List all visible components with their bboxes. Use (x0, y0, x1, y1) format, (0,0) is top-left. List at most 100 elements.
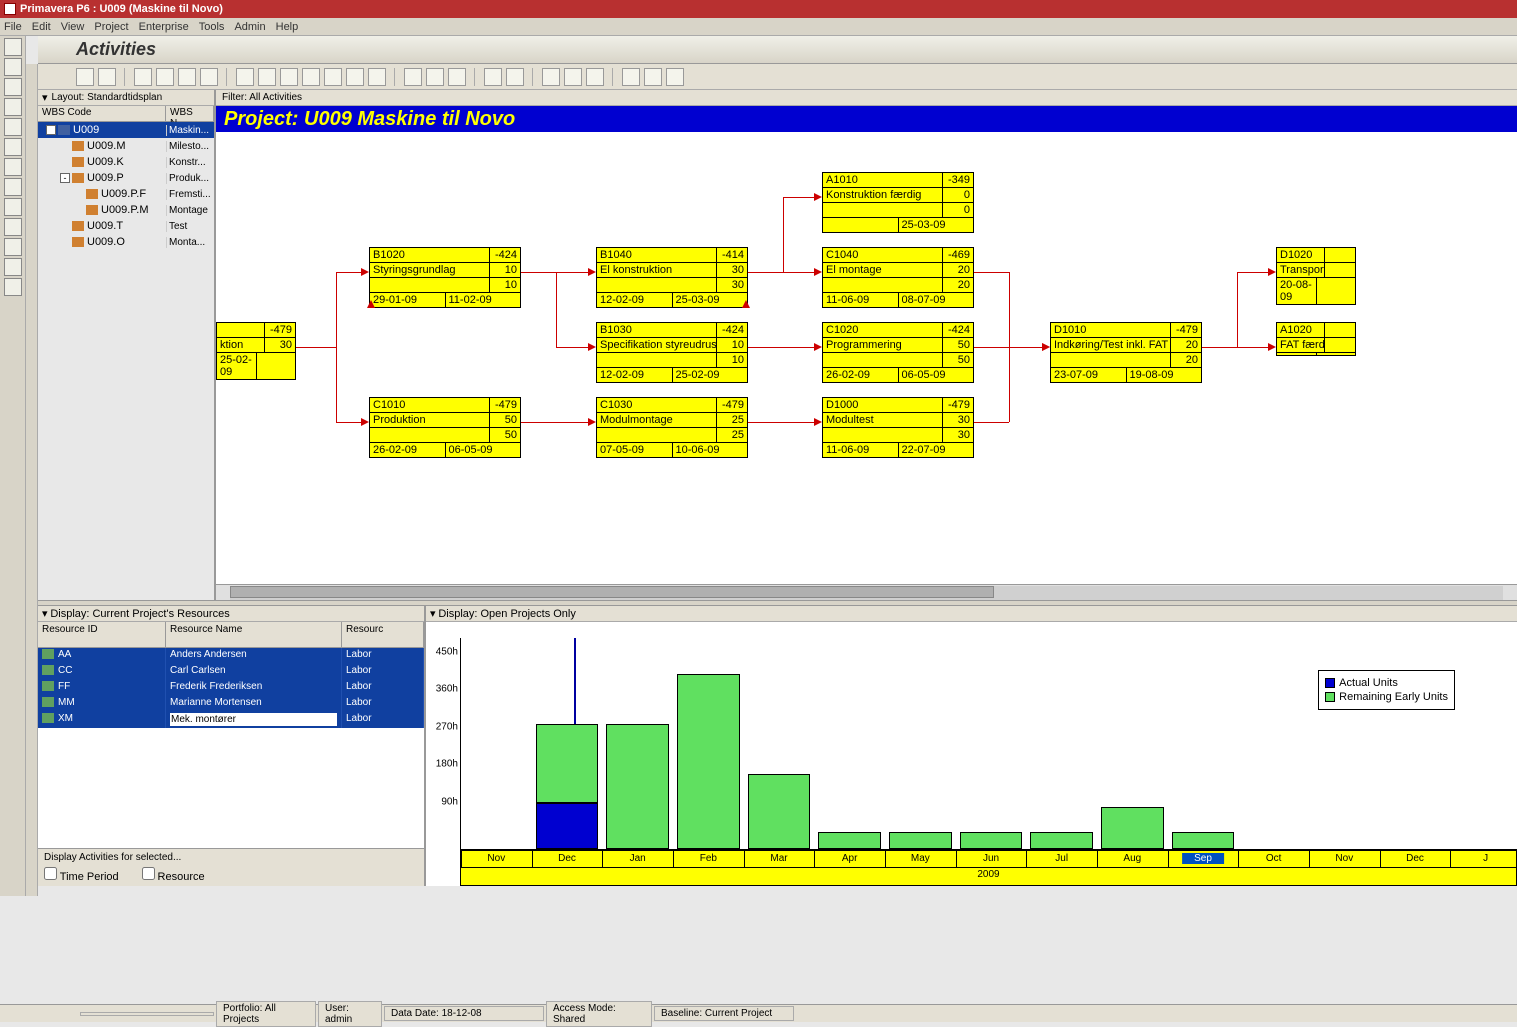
activity-box[interactable]: A1010-349Konstruktion færdig0025-03-09 (822, 172, 974, 233)
wbs-col-name[interactable]: WBS N... (166, 106, 214, 121)
activity-box[interactable]: C1020-424Programmering505026-02-0906-05-… (822, 322, 974, 383)
bar-Aug-remaining-early-units (1101, 807, 1164, 849)
horizontal-scrollbar[interactable] (216, 584, 1517, 600)
zoom-out-icon[interactable] (644, 68, 662, 86)
level-icon[interactable] (564, 68, 582, 86)
view-icon-2[interactable] (258, 68, 276, 86)
nav-icon-4[interactable] (4, 98, 22, 116)
resource-footer: Display Activities for selected... Time … (38, 848, 424, 886)
indent-icon[interactable] (448, 68, 466, 86)
expand-icon[interactable] (404, 68, 422, 86)
view-icon-5[interactable] (324, 68, 342, 86)
menu-file[interactable]: File (4, 21, 22, 33)
res-col-type[interactable]: Resourc (342, 622, 424, 647)
nav-icon-5[interactable] (4, 118, 22, 136)
status-user: User: admin (318, 1001, 382, 1027)
menu-view[interactable]: View (61, 21, 85, 33)
diagram-canvas[interactable]: -479ktion3025-02-09 B1020-424Styringsgrun… (216, 132, 1517, 584)
resource-list[interactable]: AAAnders AndersenLaborCCCarl CarlsenLabo… (38, 648, 424, 848)
menu-edit[interactable]: Edit (32, 21, 51, 33)
view-icon-1[interactable] (236, 68, 254, 86)
nav-icon-11[interactable] (4, 238, 22, 256)
menu-admin[interactable]: Admin (234, 21, 265, 33)
resource-display-header[interactable]: ▾ Display: Current Project's Resources (38, 606, 424, 622)
resource-usage-chart[interactable]: Actual UnitsRemaining Early Units90h180h… (426, 622, 1517, 886)
menu-help[interactable]: Help (276, 21, 299, 33)
print-icon[interactable] (76, 68, 94, 86)
wbs-layout-header[interactable]: ▾ Layout: Standardtidsplan (38, 90, 214, 106)
zoom-fit-icon[interactable] (666, 68, 684, 86)
res-col-id[interactable]: Resource ID (38, 622, 166, 647)
wbs-row[interactable]: U009.P.MMontage (38, 202, 214, 218)
activity-box[interactable]: B1020-424Styringsgrundlag101029-01-0911-… (369, 247, 521, 308)
view-icon-6[interactable] (346, 68, 364, 86)
time-period-checkbox[interactable]: Time Period (44, 872, 119, 883)
resource-row[interactable]: FFFrederik FrederiksenLabor (38, 680, 424, 696)
wbs-row[interactable]: U009.KKonstr... (38, 154, 214, 170)
activity-box[interactable]: C1030-479Modulmontage252507-05-0910-06-0… (596, 397, 748, 458)
layout-icon-1[interactable] (134, 68, 152, 86)
nav-icon-7[interactable] (4, 158, 22, 176)
nav-icon-1[interactable] (4, 38, 22, 56)
wbs-tree[interactable]: -U009Maskin...U009.MMilesto...U009.KKons… (38, 122, 214, 250)
wbs-col-code[interactable]: WBS Code (38, 106, 166, 121)
wbs-row[interactable]: -U009Maskin... (38, 122, 214, 138)
bar-Feb-remaining-early-units (677, 674, 740, 849)
chart-display-header[interactable]: ▾ Display: Open Projects Only (426, 606, 1517, 622)
resource-checkbox[interactable]: Resource (142, 872, 205, 883)
wbs-row[interactable]: U009.OMonta... (38, 234, 214, 250)
wbs-row[interactable]: U009.TTest (38, 218, 214, 234)
wbs-panel: ▾ Layout: Standardtidsplan WBS Code WBS … (38, 90, 216, 600)
resource-row[interactable]: CCCarl CarlsenLabor (38, 664, 424, 680)
nav-icon-9[interactable] (4, 198, 22, 216)
wbs-row[interactable]: U009.MMilesto... (38, 138, 214, 154)
activity-box[interactable]: B1030-424Specifikation styreudrustning10… (596, 322, 748, 383)
wbs-row[interactable]: -U009.PProduk... (38, 170, 214, 186)
resource-column-header: Resource ID Resource Name Resourc (38, 622, 424, 648)
collapse-icon[interactable] (426, 68, 444, 86)
filter-bar[interactable]: Filter: All Activities (216, 90, 1517, 106)
wbs-row[interactable]: U009.P.FFremsti... (38, 186, 214, 202)
nav-icon-12[interactable] (4, 258, 22, 276)
schedule-icon[interactable] (542, 68, 560, 86)
nav-icon-10[interactable] (4, 218, 22, 236)
view-icon-3[interactable] (280, 68, 298, 86)
toolbar (38, 64, 1517, 90)
layout-icon-4[interactable] (200, 68, 218, 86)
nav-icon-3[interactable] (4, 78, 22, 96)
menu-enterprise[interactable]: Enterprise (139, 21, 189, 33)
left-icon-bar (0, 36, 26, 896)
activity-box[interactable]: B1040-414El konstruktion303012-02-0925-0… (596, 247, 748, 308)
view-icon-7[interactable] (368, 68, 386, 86)
group-icon[interactable] (506, 68, 524, 86)
activity-box[interactable]: D1020Transport/m20-08-09 (1276, 247, 1356, 305)
nav-icon-13[interactable] (4, 278, 22, 296)
activity-box[interactable]: -479ktion3025-02-09 (216, 322, 296, 380)
menu-tools[interactable]: Tools (199, 21, 225, 33)
chart-panel: ▾ Display: Open Projects Only Actual Uni… (426, 606, 1517, 886)
resource-row[interactable]: XMLabor (38, 712, 424, 728)
activity-box[interactable]: D1000-479Modultest303011-06-0922-07-09 (822, 397, 974, 458)
activity-box[interactable]: C1040-469El montage202011-06-0908-07-09 (822, 247, 974, 308)
res-col-name[interactable]: Resource Name (166, 622, 342, 647)
bar-Jun-remaining-early-units (960, 832, 1023, 849)
nav-icon-2[interactable] (4, 58, 22, 76)
activity-box[interactable]: D1010-479Indkøring/Test inkl. FAT202023-… (1050, 322, 1202, 383)
preview-icon[interactable] (98, 68, 116, 86)
menu-project[interactable]: Project (94, 21, 128, 33)
filter-icon[interactable] (484, 68, 502, 86)
bar-Jan-remaining-early-units (606, 724, 669, 849)
nav-icon-8[interactable] (4, 178, 22, 196)
activity-box[interactable]: C1010-479Produktion505026-02-0906-05-09 (369, 397, 521, 458)
view-icon-4[interactable] (302, 68, 320, 86)
activity-box[interactable]: A1020FAT færdig (1276, 322, 1356, 356)
diagram-title: Project: U009 Maskine til Novo (216, 106, 1517, 132)
progress-icon[interactable] (586, 68, 604, 86)
layout-icon-2[interactable] (156, 68, 174, 86)
resource-row[interactable]: AAAnders AndersenLabor (38, 648, 424, 664)
layout-icon-3[interactable] (178, 68, 196, 86)
nav-icon-6[interactable] (4, 138, 22, 156)
display-activities-label: Display Activities for selected... (44, 852, 418, 863)
zoom-in-icon[interactable] (622, 68, 640, 86)
resource-row[interactable]: MMMarianne MortensenLabor (38, 696, 424, 712)
